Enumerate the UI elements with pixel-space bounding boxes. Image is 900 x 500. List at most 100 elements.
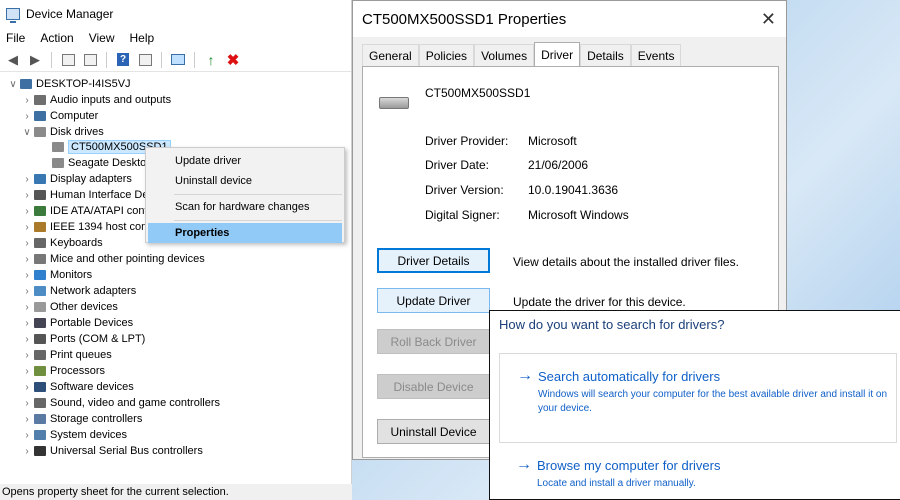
chevron-right-icon[interactable]: › [20, 206, 34, 217]
tree-item-storage[interactable]: › Storage controllers [20, 411, 142, 427]
tree-item-keyboards[interactable]: › Keyboards [20, 235, 102, 251]
chevron-right-icon[interactable]: › [20, 398, 34, 409]
tree-item-hid[interactable]: › Human Interface De [20, 187, 148, 203]
tree-item-display-adapters[interactable]: › Display adapters [20, 171, 132, 187]
status-bar: Opens property sheet for the current sel… [0, 484, 352, 500]
tree-item-software-devices[interactable]: › Software devices [20, 379, 133, 395]
chevron-right-icon[interactable]: › [20, 270, 34, 281]
device-manager-titlebar: Device Manager [0, 0, 351, 28]
menu-item-update-driver[interactable]: Update driver [146, 151, 344, 171]
software-device-icon [34, 382, 46, 392]
tree-item-system[interactable]: › System devices [20, 427, 127, 443]
chevron-right-icon[interactable]: › [20, 318, 34, 329]
tree-item-ports[interactable]: › Ports (COM & LPT) [20, 331, 145, 347]
driver-date-value: 21/06/2006 [528, 158, 589, 172]
browse-computer-option[interactable]: → Browse my computer for drivers Locate … [499, 451, 897, 497]
tree-item-seagate-desktop[interactable]: Seagate Desktop [52, 155, 152, 171]
update-driver-icon[interactable]: ↑ [202, 51, 220, 69]
browse-computer-description: Locate and install a driver manually. [537, 478, 696, 489]
chevron-right-icon[interactable]: › [20, 382, 34, 393]
driver-version-value: 10.0.19041.3636 [528, 183, 619, 197]
tab-general[interactable]: General [362, 44, 419, 66]
disable-device-button[interactable]: Disable Device [377, 374, 490, 399]
chevron-right-icon[interactable]: › [20, 366, 34, 377]
device-manager-app-icon [6, 8, 20, 23]
chevron-right-icon[interactable]: › [20, 334, 34, 345]
network-adapter-icon [34, 286, 46, 296]
chevron-right-icon[interactable]: › [20, 174, 34, 185]
chevron-right-icon[interactable]: › [20, 414, 34, 425]
printer-icon [34, 350, 46, 360]
device-name: CT500MX500SSD1 [425, 86, 531, 100]
close-icon[interactable]: ✕ [761, 9, 776, 30]
tree-item-computer[interactable]: › Computer [20, 108, 98, 124]
chevron-right-icon[interactable]: › [20, 190, 34, 201]
menu-action[interactable]: Action [40, 31, 73, 45]
tab-volumes[interactable]: Volumes [474, 44, 535, 66]
tree-item-monitors[interactable]: › Monitors [20, 267, 92, 283]
tree-item-audio[interactable]: › Audio inputs and outputs [20, 92, 171, 108]
keyboard-icon [34, 238, 46, 248]
roll-back-driver-button[interactable]: Roll Back Driver [377, 329, 490, 354]
context-menu: Update driver Uninstall device Scan for … [145, 147, 345, 243]
update-driver-panel: How do you want to search for drivers? →… [489, 310, 900, 500]
tab-details[interactable]: Details [580, 44, 631, 66]
tree-item-disk-drives[interactable]: ∨ Disk drives [20, 124, 103, 140]
chevron-right-icon[interactable]: › [20, 446, 34, 457]
tree-root[interactable]: ∨ DESKTOP-I4IS5VJ [6, 76, 130, 92]
chevron-right-icon[interactable]: › [20, 302, 34, 313]
tree-item-print-queues[interactable]: › Print queues [20, 347, 111, 363]
uninstall-device-button[interactable]: Uninstall Device [377, 419, 490, 444]
chevron-right-icon[interactable]: › [20, 430, 34, 441]
tree-item-ide[interactable]: › IDE ATA/ATAPI contro [20, 203, 157, 219]
scan-hardware-monitor-icon[interactable] [169, 51, 187, 69]
chevron-right-icon[interactable]: › [20, 95, 34, 106]
update-driver-button[interactable]: Update Driver [377, 288, 490, 313]
chevron-right-icon[interactable]: › [20, 350, 34, 361]
console-view-icon[interactable] [136, 51, 154, 69]
tree-item-usb[interactable]: › Universal Serial Bus controllers [20, 443, 203, 459]
show-hide-console-tree-icon[interactable] [59, 51, 77, 69]
uninstall-device-icon[interactable]: ✖ [224, 51, 242, 69]
hid-icon [34, 190, 46, 200]
back-arrow-icon[interactable]: ◀ [4, 51, 22, 69]
tab-events[interactable]: Events [630, 44, 682, 66]
menu-item-properties[interactable]: Properties [148, 223, 342, 243]
chevron-right-icon[interactable]: › [20, 222, 34, 233]
driver-details-button[interactable]: Driver Details [377, 248, 490, 273]
tab-policies[interactable]: Policies [418, 44, 475, 66]
chevron-right-icon[interactable]: › [20, 286, 34, 297]
tree-item-mice[interactable]: › Mice and other pointing devices [20, 251, 204, 267]
tab-driver[interactable]: Driver [534, 42, 581, 66]
menu-file[interactable]: File [6, 31, 25, 45]
tree-item-ieee1394[interactable]: › IEEE 1394 host cont [20, 219, 150, 235]
toolbar-separator [51, 51, 52, 68]
chevron-right-icon[interactable]: › [20, 238, 34, 249]
tree-item-processors[interactable]: › Processors [20, 363, 105, 379]
tree-item-sound[interactable]: › Sound, video and game controllers [20, 395, 220, 411]
mouse-icon [34, 254, 46, 264]
menu-item-uninstall-device[interactable]: Uninstall device [146, 171, 344, 191]
port-icon [34, 334, 46, 344]
menu-item-scan-hardware[interactable]: Scan for hardware changes [146, 197, 344, 217]
chevron-right-icon[interactable]: › [20, 111, 34, 122]
search-automatically-title: Search automatically for drivers [538, 369, 721, 384]
chevron-down-icon[interactable]: ∨ [6, 79, 20, 90]
tree-item-network[interactable]: › Network adapters [20, 283, 136, 299]
help-icon[interactable]: ? [114, 51, 132, 69]
properties-icon[interactable] [81, 51, 99, 69]
tree-item-other[interactable]: › Other devices [20, 299, 118, 315]
menu-view[interactable]: View [89, 31, 115, 45]
forward-arrow-icon[interactable]: ▶ [26, 51, 44, 69]
search-automatically-option[interactable]: → Search automatically for drivers Windo… [499, 353, 897, 443]
chevron-right-icon[interactable]: › [20, 254, 34, 265]
driver-provider-label: Driver Provider: [425, 134, 509, 148]
menu-help[interactable]: Help [130, 31, 155, 45]
menu-separator [174, 220, 342, 221]
dialog-title: CT500MX500SSD1 Properties [362, 10, 567, 28]
menu-bar: File Action View Help [0, 28, 351, 48]
search-automatically-description: Windows will search your computer for th… [538, 389, 888, 414]
tab-bar: General Policies Volumes Driver Details … [362, 42, 682, 66]
tree-item-portable[interactable]: › Portable Devices [20, 315, 133, 331]
chevron-down-icon[interactable]: ∨ [20, 127, 34, 138]
